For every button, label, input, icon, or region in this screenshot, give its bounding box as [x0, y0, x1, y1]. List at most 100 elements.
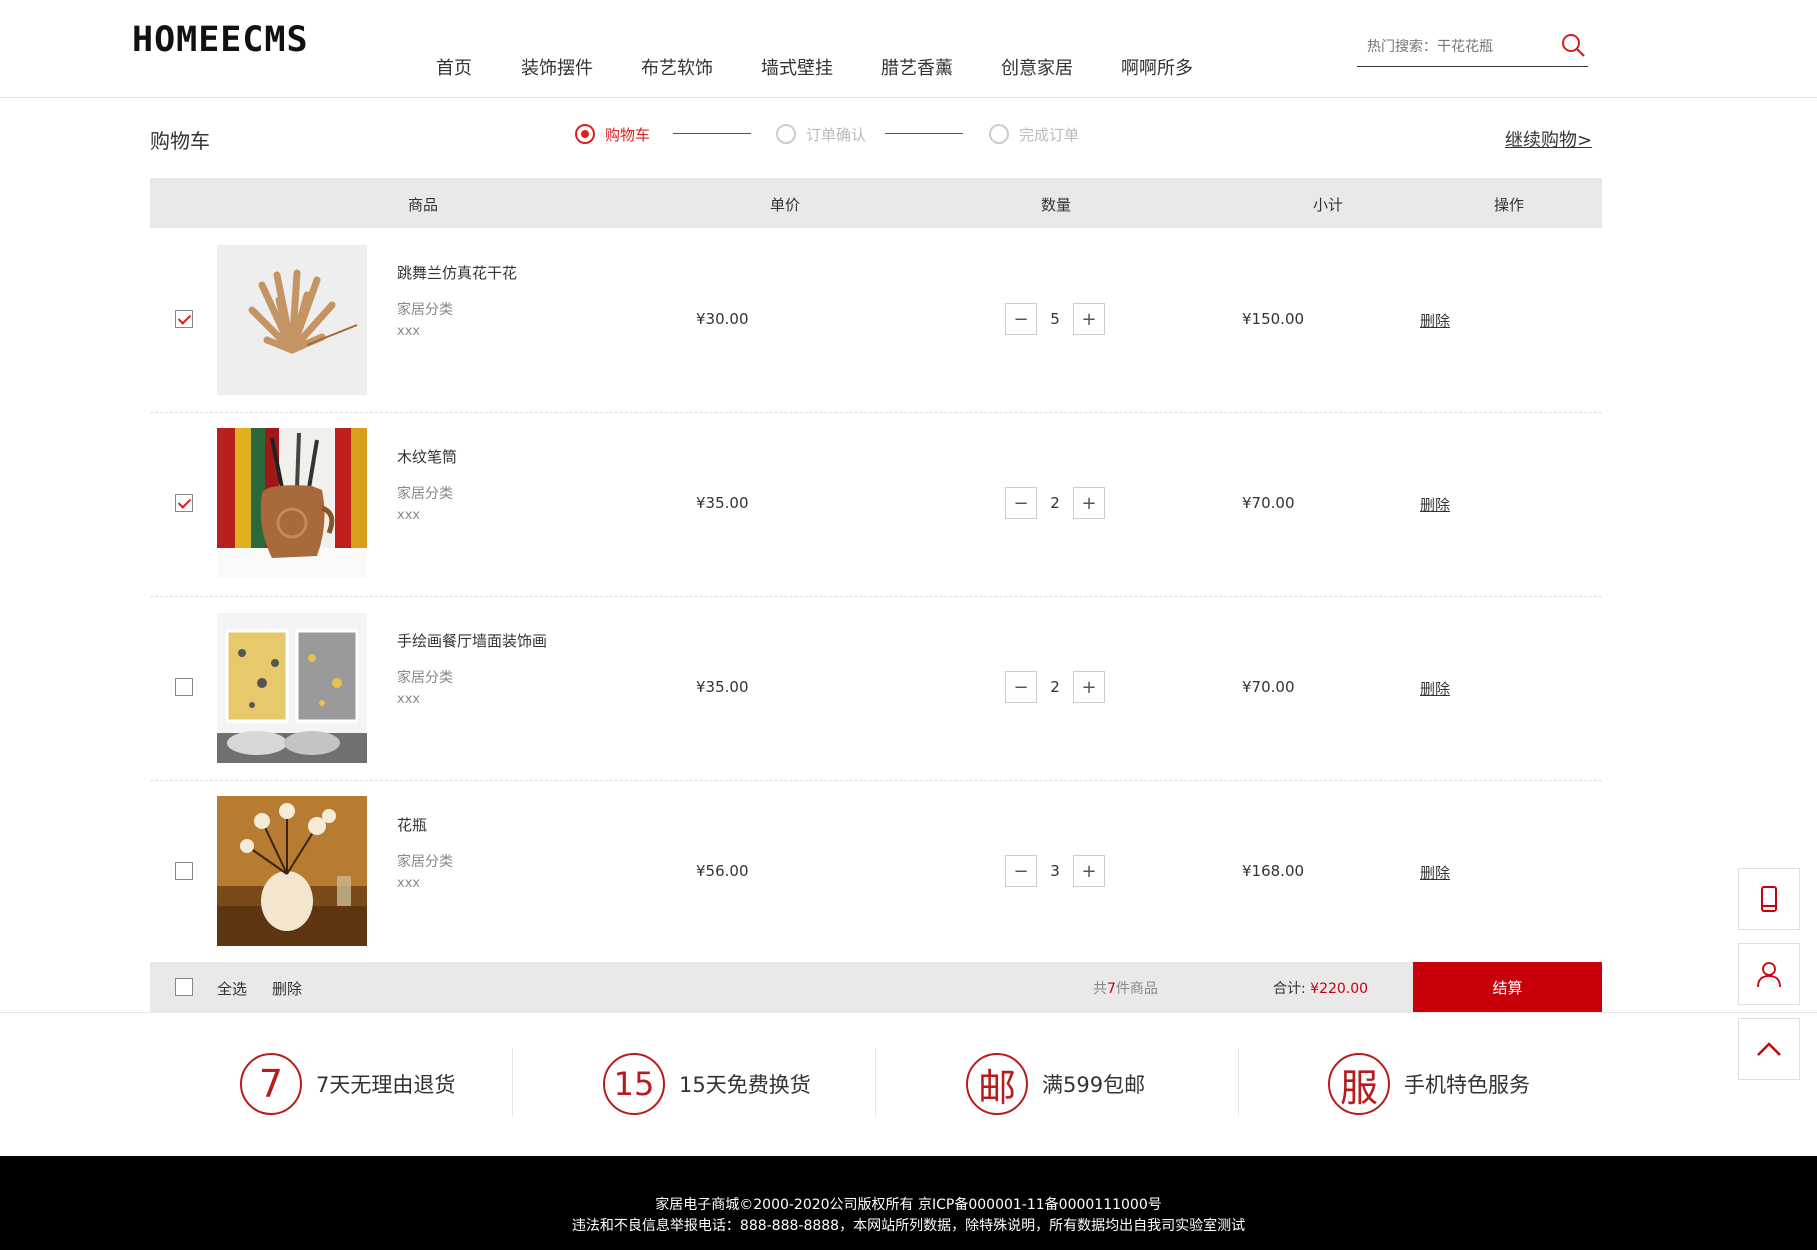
product-name[interactable]: 跳舞兰仿真花干花: [397, 262, 517, 283]
decrease-button[interactable]: −: [1005, 855, 1037, 887]
nav-fabric[interactable]: 布艺软饰: [641, 54, 713, 80]
site-header: HOMEECMS 首页 装饰摆件 布艺软饰 墙式壁挂 腊艺香薰 创意家居 啊啊所…: [0, 0, 1817, 98]
search-input[interactable]: [1365, 34, 1549, 60]
item-subtotal: ¥168.00: [1242, 862, 1305, 880]
item-count: 共7件商品: [1093, 978, 1158, 998]
product-name[interactable]: 手绘画餐厅墙面装饰画: [397, 630, 547, 651]
unit-price: ¥35.00: [696, 678, 749, 696]
cart-row: 跳舞兰仿真花干花 家居分类 xxx ¥30.00 − 5 + ¥150.00 删…: [150, 228, 1602, 413]
nav-more[interactable]: 啊啊所多: [1121, 54, 1193, 80]
select-all-label[interactable]: 全选: [217, 978, 247, 999]
product-category: 家居分类: [397, 302, 453, 318]
nav-home[interactable]: 首页: [436, 54, 472, 80]
service-shipping: 邮 满599包邮: [966, 1050, 1145, 1118]
item-checkbox[interactable]: [175, 494, 193, 512]
service-label: 7天无理由退货: [316, 1073, 456, 1097]
page-title: 购物车: [150, 129, 210, 153]
delete-link[interactable]: 删除: [1420, 310, 1450, 331]
footer-report: 违法和不良信息举报电话：888-888-8888，本网站所列数据，除特殊说明，所…: [571, 1218, 1246, 1234]
item-checkbox[interactable]: [175, 678, 193, 696]
service-divider: [512, 1048, 513, 1116]
service-divider: [875, 1048, 876, 1116]
product-spec: xxx: [397, 324, 421, 339]
unit-price: ¥30.00: [696, 310, 749, 328]
service-return: 7 7天无理由退货: [240, 1050, 455, 1118]
checkout-button[interactable]: 结算: [1413, 962, 1602, 1012]
search-box: [1357, 30, 1588, 67]
increase-button[interactable]: +: [1073, 303, 1105, 335]
cart-row: 木纹笔筒 家居分类 xxx ¥35.00 − 2 + ¥70.00 删除: [150, 412, 1602, 597]
delete-link[interactable]: 删除: [1420, 862, 1450, 883]
select-all-checkbox[interactable]: [175, 978, 193, 996]
item-subtotal: ¥70.00: [1242, 494, 1295, 512]
chevron-up-icon: [1757, 1042, 1781, 1056]
mobile-phone-icon: [1761, 886, 1777, 912]
product-spec: xxx: [397, 508, 421, 523]
quantity-value[interactable]: 5: [1037, 310, 1073, 328]
col-action: 操作: [1494, 196, 1525, 214]
nav-wall[interactable]: 墙式壁挂: [761, 54, 833, 80]
cart-row: 手绘画餐厅墙面装饰画 家居分类 xxx ¥35.00 − 2 + ¥70.00 …: [150, 596, 1602, 781]
user-icon: [1757, 962, 1781, 988]
cart-table-header: 商品 单价 数量 小计 操作: [150, 178, 1602, 228]
item-subtotal: ¥150.00: [1242, 310, 1305, 328]
section-divider: [0, 1012, 1817, 1013]
step-confirm: 订单确认: [776, 122, 866, 146]
search-icon[interactable]: [1560, 32, 1586, 58]
nav-aroma[interactable]: 腊艺香薰: [881, 54, 953, 80]
site-logo[interactable]: HOMEECMS: [132, 20, 309, 60]
product-spec: xxx: [397, 692, 421, 707]
nav-creative[interactable]: 创意家居: [1001, 54, 1073, 80]
col-product: 商品: [408, 196, 439, 214]
service-label: 满599包邮: [1042, 1073, 1146, 1097]
step-active-icon: [575, 124, 595, 144]
cart-summary-bar: 全选 删除 共7件商品 合计: ¥220.00 结算: [150, 962, 1602, 1012]
quantity-stepper: − 3 +: [1005, 855, 1105, 887]
item-checkbox[interactable]: [175, 310, 193, 328]
product-spec: xxx: [397, 876, 421, 891]
delete-link[interactable]: 删除: [1420, 678, 1450, 699]
user-widget-button[interactable]: [1738, 943, 1800, 1005]
quantity-value[interactable]: 2: [1037, 678, 1073, 696]
col-price: 单价: [770, 196, 801, 214]
bulk-delete-link[interactable]: 删除: [272, 978, 302, 999]
footer-copyright: 家居电子商城©2000-2020公司版权所有 京ICP备000001-11备00…: [655, 1197, 1162, 1213]
quantity-value[interactable]: 3: [1037, 862, 1073, 880]
unit-price: ¥35.00: [696, 494, 749, 512]
step-inactive-icon: [989, 124, 1009, 144]
product-name[interactable]: 花瓶: [397, 814, 427, 835]
service-icon: 服: [1328, 1053, 1390, 1115]
product-image[interactable]: [217, 613, 367, 763]
step-connector: [885, 133, 963, 134]
item-count-prefix: 共: [1093, 981, 1107, 997]
back-to-top-button[interactable]: [1738, 1018, 1800, 1080]
mail-icon: 邮: [966, 1053, 1028, 1115]
delete-link[interactable]: 删除: [1420, 494, 1450, 515]
service-exchange: 15 15天免费换货: [603, 1050, 811, 1118]
mobile-widget-button[interactable]: [1738, 868, 1800, 930]
item-checkbox[interactable]: [175, 862, 193, 880]
quantity-value[interactable]: 2: [1037, 494, 1073, 512]
increase-button[interactable]: +: [1073, 487, 1105, 519]
col-subtotal: 小计: [1313, 196, 1344, 214]
increase-button[interactable]: +: [1073, 671, 1105, 703]
decrease-button[interactable]: −: [1005, 487, 1037, 519]
service-label: 手机特色服务: [1404, 1073, 1530, 1097]
unit-price: ¥56.00: [696, 862, 749, 880]
nav-decor[interactable]: 装饰摆件: [521, 54, 593, 80]
quantity-stepper: − 2 +: [1005, 671, 1105, 703]
item-count-value: 7: [1107, 981, 1116, 997]
product-category: 家居分类: [397, 854, 453, 870]
step-label: 订单确认: [806, 125, 867, 144]
product-image[interactable]: [217, 796, 367, 946]
product-name[interactable]: 木纹笔筒: [397, 446, 457, 467]
decrease-button[interactable]: −: [1005, 303, 1037, 335]
continue-shopping-link[interactable]: 继续购物>: [1505, 126, 1592, 152]
product-image[interactable]: [217, 428, 367, 578]
decrease-button[interactable]: −: [1005, 671, 1037, 703]
product-image[interactable]: [217, 245, 367, 395]
step-label: 购物车: [605, 125, 651, 144]
fifteen-day-icon: 15: [603, 1053, 665, 1115]
increase-button[interactable]: +: [1073, 855, 1105, 887]
product-category: 家居分类: [397, 486, 453, 502]
